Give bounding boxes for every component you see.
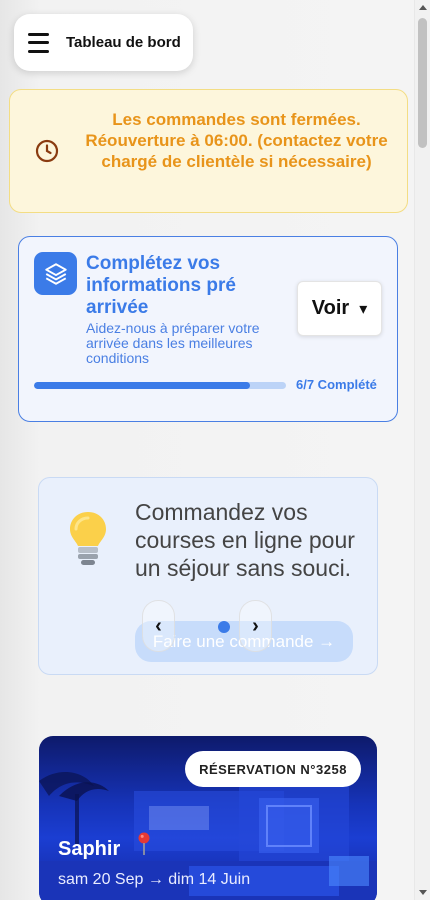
stay-dates: sam 20 Sep → dim 14 Juin [58,871,251,888]
pre-arrival-subtitle: Aidez-nous à préparer votre arrivée dans… [86,320,260,366]
promo-carousel: Commandez vos courses en ligne pour un s… [38,477,378,675]
progress-fill [34,382,250,389]
scroll-up-arrow-icon[interactable] [419,5,427,10]
scroll-down-arrow-icon[interactable] [419,890,427,895]
dashboard-header: Tableau de bord [14,14,193,71]
voir-button[interactable]: Voir ▾ [297,281,382,336]
hamburger-menu-icon[interactable] [28,32,49,53]
pre-arrival-progress-bar [34,382,286,389]
carousel-dot-active[interactable] [218,621,230,633]
orders-closed-banner: Les commandes sont fermées. Réouverture … [9,89,408,213]
pre-arrival-title: Complétez vos informations pré arrivée [86,253,236,318]
page-scrollbar[interactable] [414,0,430,900]
carousel-next-button[interactable]: › [239,600,272,652]
location-pin-icon [138,832,150,855]
reservation-card[interactable]: RÉSERVATION N°3258 Saphir sam 20 Sep → d… [39,736,377,900]
layers-icon [34,252,77,295]
carousel-prev-button[interactable]: ‹ [142,600,175,652]
scrollbar-thumb[interactable] [418,18,427,148]
clock-icon [35,139,59,163]
voir-button-label: Voir [311,297,350,319]
chevron-down-icon: ▾ [359,300,368,318]
promo-text: Commandez vos courses en ligne pour un s… [135,499,355,581]
lightbulb-icon [70,512,106,565]
page-title: Tableau de bord [66,34,181,51]
reservation-number-badge: RÉSERVATION N°3258 [185,751,361,787]
orders-closed-message: Les commandes sont fermées. Réouverture … [85,110,388,171]
pre-arrival-card[interactable]: Complétez vos informations pré arrivée A… [18,236,398,422]
progress-label: 6/7 Complété [296,377,377,392]
hotel-name: Saphir [58,838,121,860]
